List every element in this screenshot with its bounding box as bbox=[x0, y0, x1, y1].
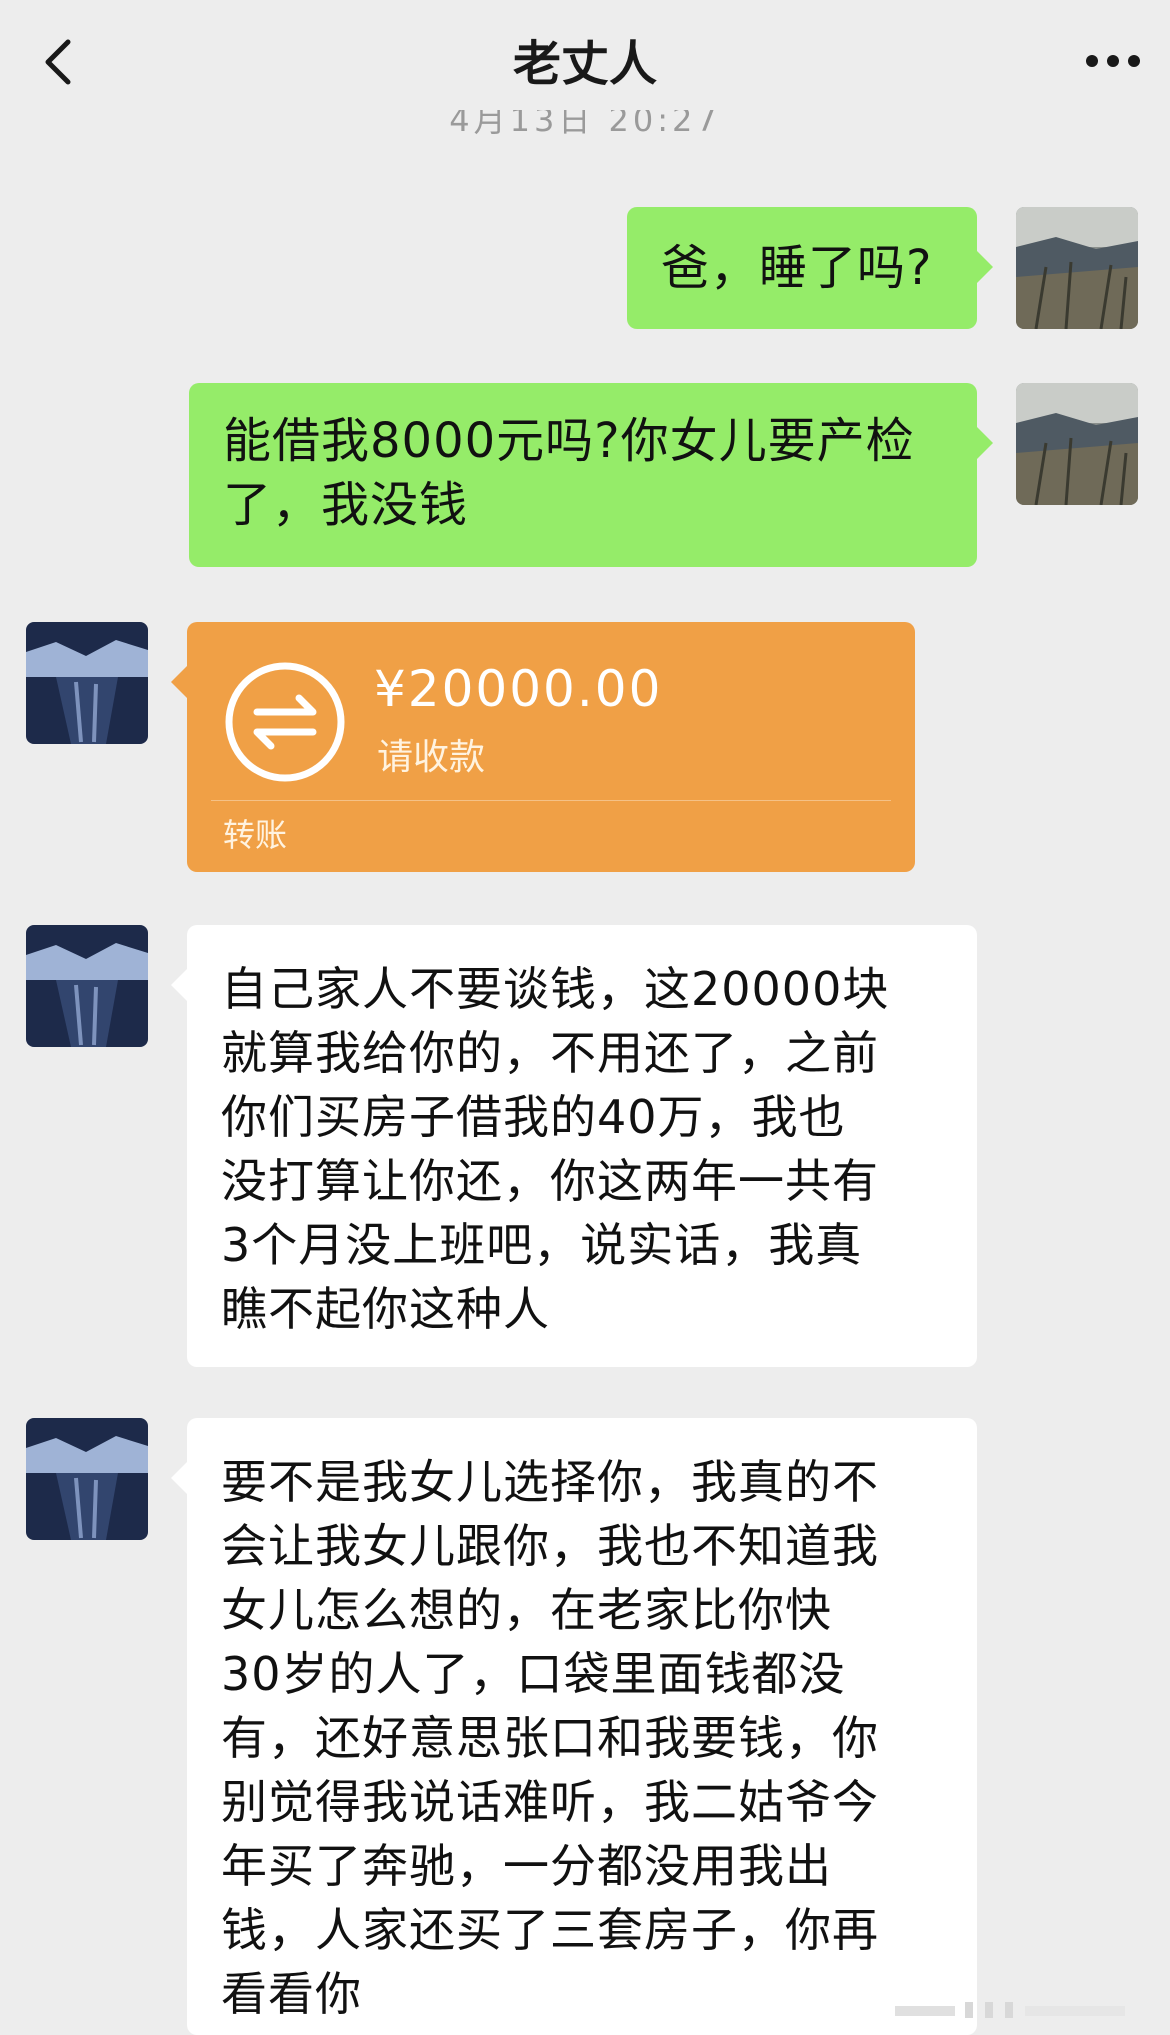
self-avatar[interactable] bbox=[1016, 383, 1138, 505]
contact-avatar[interactable] bbox=[26, 622, 148, 744]
message-line: 有，还好意思张口和我要钱，你 bbox=[221, 1711, 879, 1765]
message-line: 自己家人不要谈钱，这20000块 bbox=[221, 962, 890, 1016]
chat-title: 老丈人 bbox=[512, 36, 657, 92]
message-line: 没打算让你还，你这两年一共有 bbox=[221, 1154, 879, 1208]
message-line: 瞧不起你这种人 bbox=[221, 1282, 550, 1336]
message-text: 能借我8000元吗?你女儿要产检了，我没钱 bbox=[223, 413, 915, 533]
bubble-tail bbox=[977, 427, 993, 459]
transfer-amount: ¥20000.00 bbox=[374, 660, 663, 718]
divider bbox=[211, 800, 891, 801]
more-dots-icon[interactable] bbox=[1078, 36, 1148, 86]
message-timestamp: 4月13日 20:27 bbox=[449, 110, 721, 139]
bubble-tail bbox=[171, 969, 187, 1001]
transfer-card[interactable]: ¥20000.00 请收款 转账 bbox=[171, 622, 915, 872]
watermark-bars-icon bbox=[895, 2002, 1125, 2018]
contact-avatar[interactable] bbox=[26, 1418, 148, 1540]
transfer-arrows-icon bbox=[225, 662, 345, 782]
message-line: 钱，人家还买了三套房子，你再 bbox=[221, 1903, 879, 1957]
message-line: 别觉得我说话难听，我二姑爷今 bbox=[221, 1775, 879, 1829]
message-bubble-contact[interactable]: 自己家人不要谈钱，这20000块 就算我给你的，不用还了，之前 你们买房子借我的… bbox=[171, 925, 977, 1367]
transfer-label: 转账 bbox=[223, 816, 288, 854]
message-bubble-self[interactable]: 爸，睡了吗? bbox=[627, 207, 993, 329]
message-line: 女儿怎么想的，在老家比你快 bbox=[221, 1583, 832, 1637]
message-bubble-self[interactable]: 能借我8000元吗?你女儿要产检了，我没钱 bbox=[189, 383, 993, 567]
message-line: 就算我给你的，不用还了，之前 bbox=[221, 1026, 879, 1080]
contact-avatar[interactable] bbox=[26, 925, 148, 1047]
bubble-tail bbox=[977, 251, 993, 283]
message-text: 爸，睡了吗? bbox=[661, 240, 933, 296]
message-line: 看看你 bbox=[221, 1967, 362, 2021]
message-line: 你们买房子借我的40万，我也 bbox=[221, 1090, 846, 1144]
message-line: 要不是我女儿选择你，我真的不 bbox=[221, 1455, 879, 1509]
nav-bar: 老丈人 bbox=[0, 0, 1170, 120]
message-line: 年买了奔驰，一分都没用我出 bbox=[221, 1839, 832, 1893]
bubble-tail bbox=[171, 666, 187, 698]
transfer-note: 请收款 bbox=[377, 737, 486, 778]
message-bubble-contact[interactable]: 要不是我女儿选择你，我真的不 会让我女儿跟你，我也不知道我 女儿怎么想的，在老家… bbox=[171, 1418, 977, 2035]
bubble-tail bbox=[171, 1462, 187, 1494]
message-line: 会让我女儿跟你，我也不知道我 bbox=[221, 1519, 879, 1573]
message-line: 30岁的人了，口袋里面钱都没 bbox=[221, 1647, 846, 1701]
self-avatar[interactable] bbox=[1016, 207, 1138, 329]
message-line: 3个月没上班吧，说实话，我真 bbox=[221, 1218, 863, 1272]
